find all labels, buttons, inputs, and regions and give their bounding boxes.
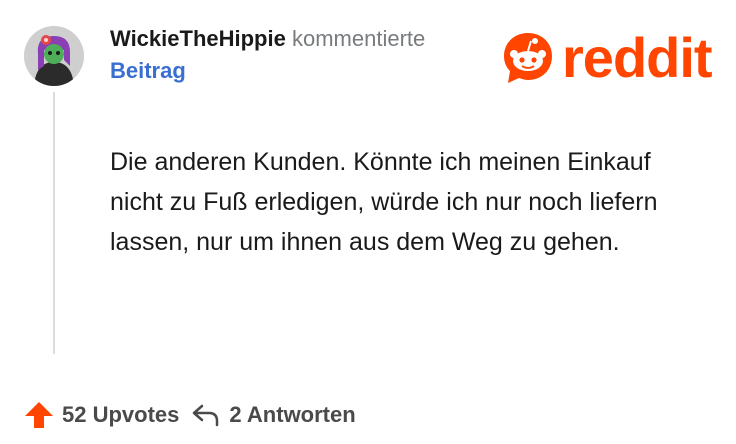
upvote-count: 52 Upvotes bbox=[62, 402, 180, 427]
reply-arrow-icon bbox=[193, 404, 219, 427]
action-text: kommentierte bbox=[291, 26, 426, 51]
reddit-logo: reddit bbox=[500, 26, 713, 89]
username[interactable]: WickieTheHippie bbox=[110, 26, 286, 51]
reddit-alien-icon bbox=[504, 33, 552, 83]
reply-button[interactable]: 2 Antworten bbox=[191, 402, 356, 428]
reddit-wordmark: reddit bbox=[562, 26, 713, 89]
upvote-button[interactable]: 52 Upvotes bbox=[24, 400, 179, 430]
upvote-arrow-icon bbox=[25, 402, 53, 428]
avatar-image bbox=[24, 26, 84, 86]
comment-header: WickieTheHippie kommentierte Beitrag bbox=[110, 26, 425, 84]
comment-footer: 52 Upvotes 2 Antworten bbox=[24, 400, 356, 430]
comment-body: Die anderen Kunden. Könnte ich meinen Ei… bbox=[110, 148, 658, 256]
post-link[interactable]: Beitrag bbox=[110, 58, 186, 84]
thread-line bbox=[53, 92, 55, 354]
reply-count: 2 Antworten bbox=[229, 402, 356, 427]
avatar[interactable] bbox=[24, 26, 84, 86]
header-line: WickieTheHippie kommentierte bbox=[110, 26, 425, 52]
